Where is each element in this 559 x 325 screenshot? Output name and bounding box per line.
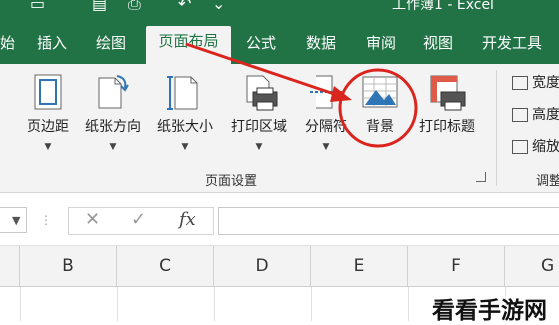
cancel-icon[interactable]: ✕: [85, 209, 100, 230]
width-control[interactable]: 宽度: [512, 72, 559, 92]
width-label: 宽度: [532, 75, 559, 91]
print-area-label: 打印区域: [231, 119, 287, 135]
page-setup-group-label: 页面设置: [205, 174, 258, 189]
column-header-row: B C D E F G: [0, 246, 559, 287]
height-control[interactable]: 高度: [512, 104, 559, 124]
chevron-down-icon[interactable]: ▼: [12, 214, 20, 227]
gridline: [20, 287, 21, 321]
gridline: [214, 287, 215, 321]
tab-formulas[interactable]: 公式: [246, 28, 276, 64]
orientation-label: 纸张方向: [85, 119, 141, 135]
background-image-icon: [362, 76, 398, 108]
formula-bar: ▼ ⋮ ✕ ✓ fx: [0, 193, 559, 246]
gridline: [408, 287, 409, 321]
column-header-g[interactable]: G: [505, 246, 559, 286]
column-header-a[interactable]: [0, 246, 20, 286]
scale-icon: [512, 140, 528, 154]
margins-icon: [34, 74, 62, 110]
breaks-button[interactable]: 分隔符 ▼: [300, 72, 352, 152]
chevron-down-icon: ▼: [181, 142, 189, 152]
tab-data[interactable]: 数据: [306, 28, 336, 64]
column-header-d[interactable]: D: [214, 246, 311, 286]
chevron-down-icon: ▼: [109, 142, 117, 152]
gridline: [117, 287, 118, 321]
save-icon[interactable]: ▭: [30, 0, 45, 13]
size-icon: [167, 76, 198, 110]
width-icon: [512, 76, 528, 90]
dialog-launcher-icon[interactable]: [476, 172, 486, 182]
scale-label: 缩放: [532, 139, 559, 155]
insert-function-icon[interactable]: fx: [179, 209, 196, 230]
column-header-c[interactable]: C: [117, 246, 214, 286]
watermark: 看看手游网: [432, 298, 547, 324]
customize-qat-icon[interactable]: ⌄: [212, 0, 225, 13]
margins-label: 页边距: [27, 119, 69, 135]
breaks-icon: [310, 75, 342, 109]
tab-home[interactable]: 始: [0, 28, 15, 64]
print-area-button[interactable]: 打印区域 ▼: [226, 72, 292, 152]
chevron-down-icon: ▼: [44, 142, 52, 152]
tab-draw[interactable]: 绘图: [96, 28, 126, 64]
ribbon: 页边距 ▼ 纸张方向 ▼ 纸张大小 ▼ 打印区域 ▼ 分隔符 ▼ 背景 打印标题…: [0, 64, 559, 193]
background-button[interactable]: 背景: [360, 72, 400, 136]
undo-icon[interactable]: ↶: [178, 0, 191, 13]
name-box[interactable]: ▼: [0, 207, 27, 233]
height-icon: [512, 108, 528, 122]
chevron-down-icon: ▼: [255, 142, 263, 152]
chevron-down-icon: ▼: [322, 142, 330, 152]
group-divider: [496, 70, 497, 186]
breaks-label: 分隔符: [305, 119, 347, 135]
print-titles-label: 打印标题: [419, 119, 475, 135]
splitter-handle[interactable]: ⋮: [40, 213, 52, 227]
tab-insert[interactable]: 插入: [37, 28, 67, 64]
column-header-b[interactable]: B: [20, 246, 117, 286]
column-header-e[interactable]: E: [311, 246, 408, 286]
margins-button[interactable]: 页边距 ▼: [22, 72, 74, 152]
background-label: 背景: [366, 119, 394, 135]
size-label: 纸张大小: [157, 119, 213, 135]
size-button[interactable]: 纸张大小 ▼: [152, 72, 218, 152]
formula-buttons: ✕ ✓ fx: [68, 207, 214, 235]
print-area-icon: [246, 75, 278, 111]
title-bar: ▭ ▤ ⎙ ↶ ⌄ 工作簿1 - Excel: [0, 0, 559, 18]
tab-page-layout[interactable]: 页面布局: [146, 26, 231, 64]
print-titles-button[interactable]: 打印标题: [414, 72, 480, 136]
scale-to-fit-group-label: 调整: [536, 174, 559, 189]
quick-print-icon[interactable]: ⎙: [128, 0, 141, 14]
window-title: 工作簿1 - Excel: [392, 0, 494, 13]
height-label: 高度: [532, 107, 559, 123]
tab-view[interactable]: 视图: [423, 28, 453, 64]
gridline: [311, 287, 312, 321]
print-preview-icon[interactable]: ▤: [92, 0, 107, 13]
print-titles-icon: [430, 75, 466, 111]
ribbon-tabs: 始 插入 绘图 页面布局 公式 数据 审阅 视图 开发工具: [0, 18, 559, 64]
enter-icon[interactable]: ✓: [131, 209, 146, 230]
formula-input[interactable]: [218, 207, 559, 235]
scale-control[interactable]: 缩放: [512, 136, 559, 156]
orientation-button[interactable]: 纸张方向 ▼: [80, 72, 146, 152]
tab-developer[interactable]: 开发工具: [482, 28, 542, 64]
tab-review[interactable]: 审阅: [366, 28, 396, 64]
column-header-f[interactable]: F: [408, 246, 505, 286]
orientation-icon: [98, 75, 129, 109]
